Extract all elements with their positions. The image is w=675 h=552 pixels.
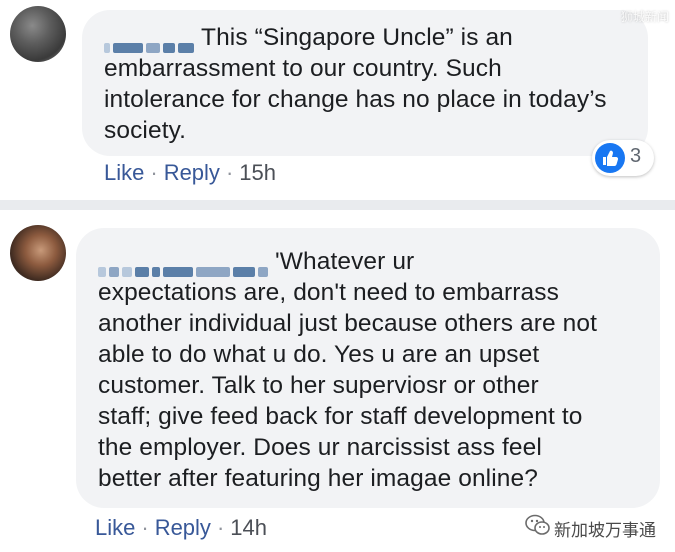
comment-actions: Like · Reply · 14h bbox=[95, 515, 267, 541]
blurred-author-name[interactable] bbox=[98, 256, 271, 278]
comment-line-2: embarrassment to our country. Such bbox=[104, 55, 502, 82]
thumbs-up-icon bbox=[595, 143, 625, 173]
comment-timestamp[interactable]: 14h bbox=[230, 515, 267, 540]
comment-bubble: 'Whatever ur expectations are, don't nee… bbox=[76, 228, 660, 508]
reaction-count: 3 bbox=[630, 145, 642, 167]
comment-line-7: the employer. Does ur narcissist ass fee… bbox=[98, 434, 542, 461]
comment-line-4: society. bbox=[104, 117, 187, 144]
watermark-text: 狮城新闻 bbox=[620, 10, 669, 24]
comment-bubble: This “Singapore Uncle” is an embarrassme… bbox=[82, 10, 648, 156]
commenter-avatar[interactable] bbox=[10, 225, 66, 281]
separator-dot: · bbox=[225, 160, 234, 185]
comment-text: 'Whatever ur expectations are, don't nee… bbox=[98, 246, 658, 494]
wechat-logo-icon bbox=[524, 512, 552, 543]
watermark: 新加坡万事通 bbox=[524, 512, 674, 542]
watermark-text: 新加坡万事通 bbox=[554, 521, 656, 541]
comment-text: This “Singapore Uncle” is an embarrassme… bbox=[104, 22, 644, 146]
like-link[interactable]: Like bbox=[104, 160, 144, 185]
blurred-author-name[interactable] bbox=[104, 32, 197, 54]
comment-line-5: customer. Talk to her superviosr or othe… bbox=[98, 372, 539, 399]
comment-line-1: 'Whatever ur bbox=[98, 246, 658, 278]
comment-2: 'Whatever ur expectations are, don't nee… bbox=[0, 210, 675, 552]
comment-timestamp[interactable]: 15h bbox=[239, 160, 276, 185]
commenter-avatar[interactable] bbox=[10, 6, 66, 62]
comment-actions: Like · Reply · 15h bbox=[104, 160, 276, 186]
like-link[interactable]: Like bbox=[95, 515, 135, 540]
reply-link[interactable]: Reply bbox=[164, 160, 220, 185]
comment-line-1: This “Singapore Uncle” is an bbox=[104, 22, 644, 54]
comment-line-8: better after featuring her imagae online… bbox=[98, 465, 538, 492]
comment-1: This “Singapore Uncle” is an embarrassme… bbox=[0, 0, 675, 200]
comment-line-4: able to do what u do. Yes u are an upset bbox=[98, 341, 540, 368]
comment-line-2: expectations are, don't need to embarras… bbox=[98, 279, 559, 306]
comment-divider bbox=[0, 200, 675, 210]
separator-dot: · bbox=[141, 515, 149, 540]
comment-line-3: another individual just because others a… bbox=[98, 310, 598, 337]
separator-dot: · bbox=[150, 160, 158, 185]
comment-line-3: intolerance for change has no place in t… bbox=[104, 86, 607, 113]
separator-dot: · bbox=[216, 515, 225, 540]
comment-line-6: staff; give feed back for staff developm… bbox=[98, 403, 583, 430]
reaction-summary[interactable]: 3 bbox=[592, 140, 654, 176]
reply-link[interactable]: Reply bbox=[155, 515, 211, 540]
